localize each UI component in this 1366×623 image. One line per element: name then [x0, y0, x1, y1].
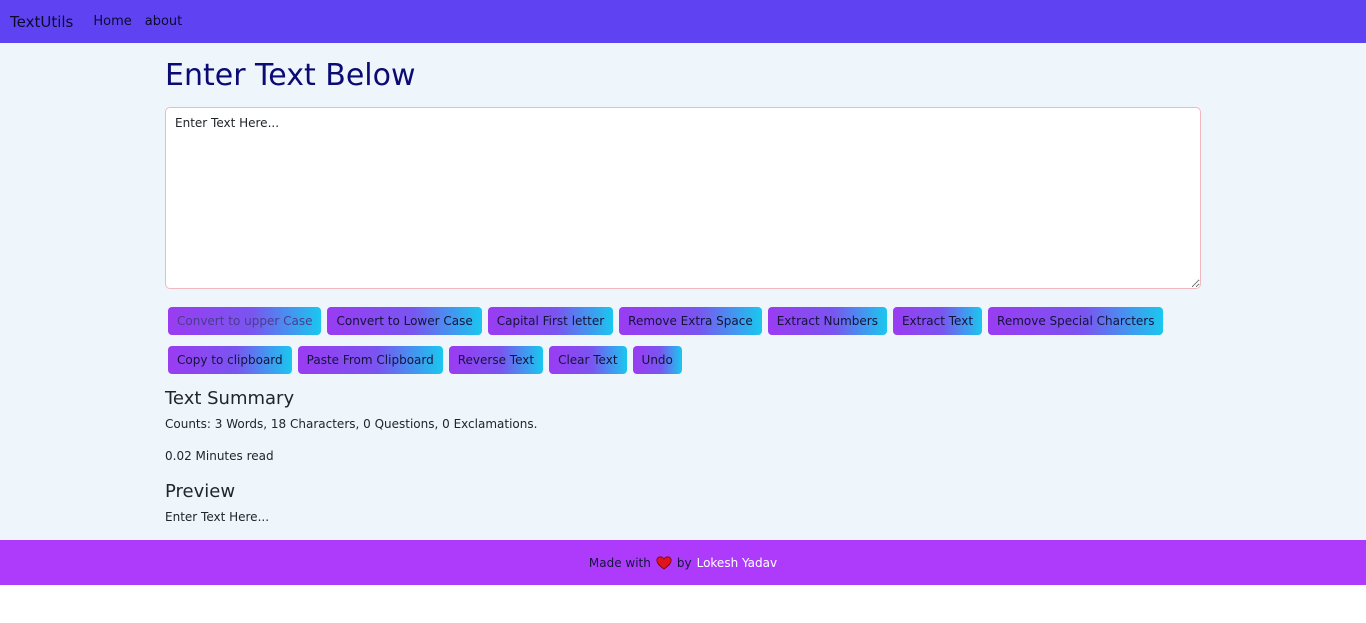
action-buttons-row-2: Copy to clipboard Paste From Clipboard R…	[168, 346, 682, 374]
remove-extra-space-button[interactable]: Remove Extra Space	[619, 307, 762, 335]
convert-lowercase-button[interactable]: Convert to Lower Case	[327, 307, 482, 335]
footer-made-with: Made with	[588, 555, 651, 570]
nav-link-home[interactable]: Home	[93, 14, 131, 29]
capital-first-letter-button[interactable]: Capital First letter	[487, 307, 614, 335]
copy-to-clipboard-button[interactable]: Copy to clipboard	[168, 346, 292, 374]
extract-numbers-button[interactable]: Extract Numbers	[767, 307, 887, 335]
paste-from-clipboard-button[interactable]: Paste From Clipboard	[297, 346, 443, 374]
remove-special-characters-button[interactable]: Remove Special Charcters	[988, 307, 1164, 335]
convert-uppercase-button[interactable]: Convert to upper Case	[168, 307, 322, 335]
undo-button[interactable]: Undo	[632, 346, 682, 374]
navbar: TextUtils Home about	[0, 0, 1366, 43]
heart-icon	[656, 555, 672, 570]
footer: Made with by Lokesh Yadav	[0, 540, 1366, 585]
clear-text-button[interactable]: Clear Text	[549, 346, 627, 374]
action-buttons-row-1: Convert to upper Case Convert to Lower C…	[168, 307, 1164, 335]
nav-link-about[interactable]: about	[145, 14, 183, 29]
preview-text: Enter Text Here...	[165, 510, 270, 524]
author-link[interactable]: Lokesh Yadav	[697, 556, 778, 570]
preview-title: Preview	[165, 481, 236, 502]
page-title: Enter Text Below	[165, 58, 416, 93]
text-counts: Counts: 3 Words, 18 Characters, 0 Questi…	[165, 417, 538, 431]
reverse-text-button[interactable]: Reverse Text	[448, 346, 544, 374]
footer-by: by	[676, 555, 692, 570]
text-summary-title: Text Summary	[165, 388, 295, 409]
read-time: 0.02 Minutes read	[165, 449, 274, 463]
main-content: Enter Text Below Convert to upper Case C…	[0, 43, 1366, 540]
extract-text-button[interactable]: Extract Text	[892, 307, 983, 335]
text-input[interactable]	[165, 107, 1201, 289]
brand-link[interactable]: TextUtils	[10, 13, 73, 31]
